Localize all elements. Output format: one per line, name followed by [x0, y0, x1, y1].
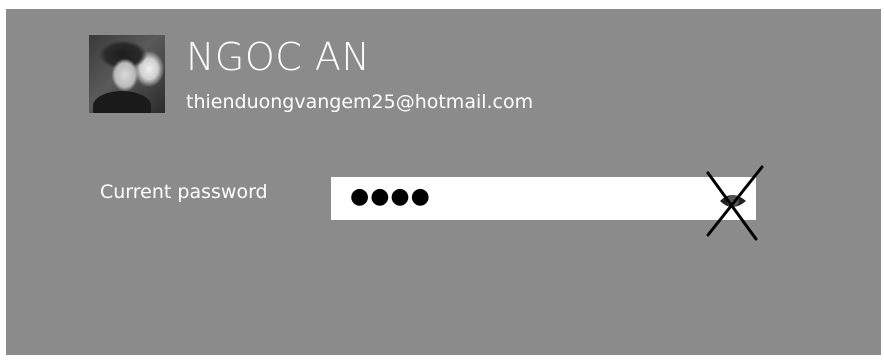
- reveal-password-eye-icon[interactable]: [706, 163, 766, 243]
- cross-out-mark: [706, 165, 764, 241]
- account-email: thienduongvangem25@hotmail.com: [186, 91, 534, 113]
- account-name: NGOC AN: [186, 35, 371, 79]
- password-mask: ●●●●: [350, 184, 431, 209]
- user-avatar: [89, 35, 165, 113]
- avatar-shoulder: [93, 91, 151, 113]
- current-password-label: Current password: [100, 181, 268, 203]
- current-password-field[interactable]: ●●●●: [331, 177, 756, 220]
